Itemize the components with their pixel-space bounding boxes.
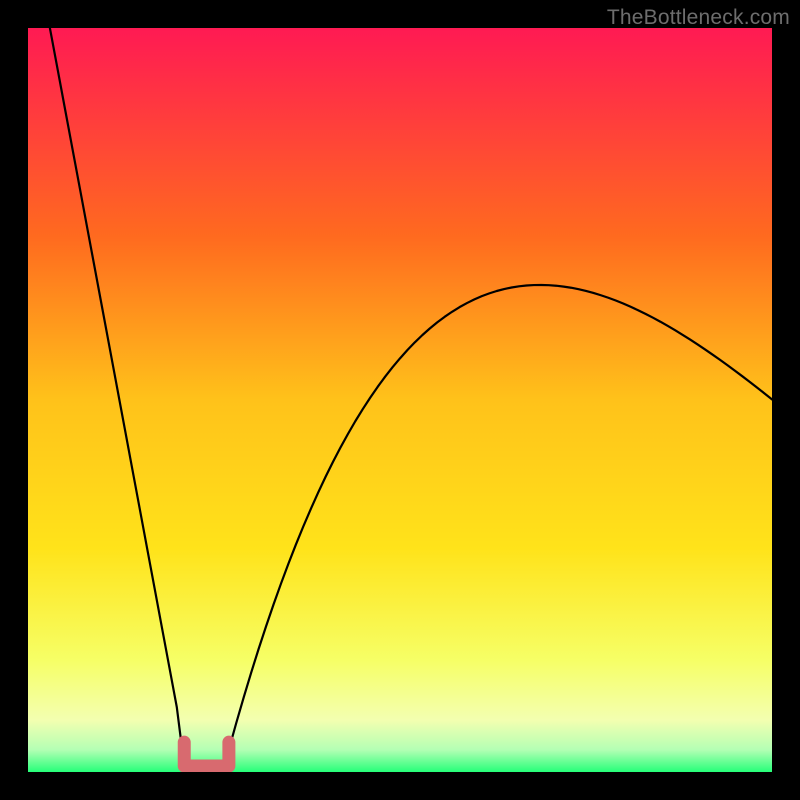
gradient-background	[28, 28, 772, 772]
plot-area	[28, 28, 772, 772]
chart-frame: TheBottleneck.com	[0, 0, 800, 800]
bottleneck-chart	[28, 28, 772, 772]
watermark-text: TheBottleneck.com	[607, 6, 790, 30]
